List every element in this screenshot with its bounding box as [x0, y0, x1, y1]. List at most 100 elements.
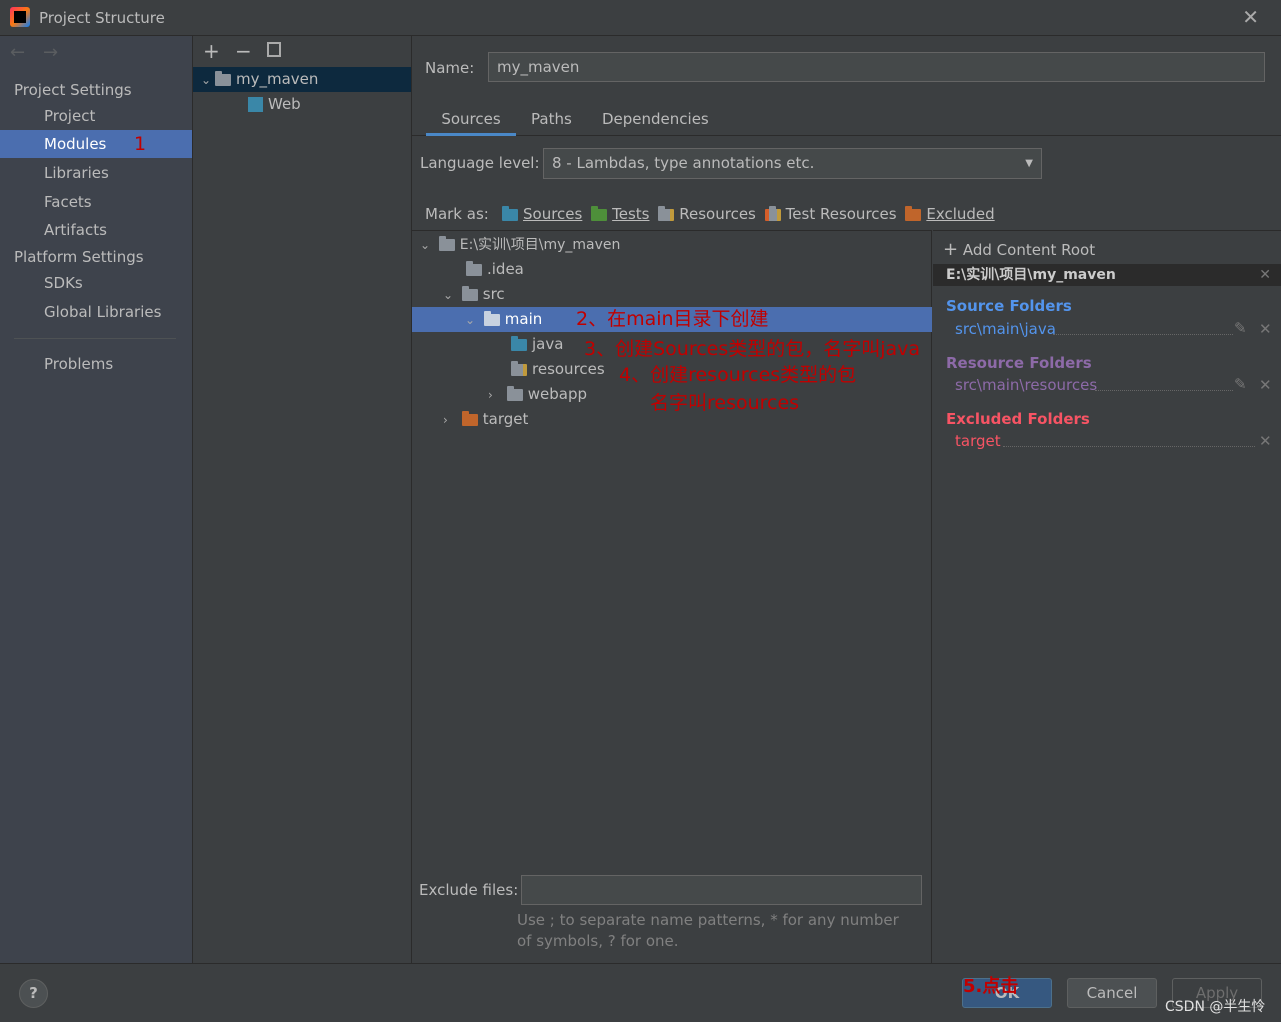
tree-root[interactable]: ⌄ E:\实训\项目\my_maven: [420, 232, 620, 257]
chevron-down-icon[interactable]: ⌄: [201, 68, 215, 93]
sidebar-item-sdks[interactable]: SDKs: [0, 269, 192, 297]
excluded-folder-icon: [905, 205, 922, 221]
resources-folder-icon: [658, 205, 675, 221]
remove-icon[interactable]: ✕: [1259, 320, 1272, 338]
web-facet-icon: [248, 97, 263, 112]
folder-icon: [506, 385, 523, 401]
mark-as-bar: Sources Tests Resources Test Resources E…: [502, 205, 995, 223]
resource-folders-title: Resource Folders: [946, 354, 1092, 372]
tests-folder-icon: [591, 205, 608, 221]
module-pane: + − ⌄ my_maven Web: [193, 36, 412, 963]
tab-paths[interactable]: Paths: [531, 108, 572, 130]
tree-java[interactable]: java: [511, 332, 563, 357]
dropdown-arrow-icon: ▼: [1025, 158, 1033, 169]
sidebar-item-modules[interactable]: Modules 1: [0, 130, 192, 158]
module-item-web[interactable]: Web: [248, 92, 301, 117]
sources-folder-icon: [511, 335, 527, 351]
add-icon[interactable]: +: [203, 39, 220, 63]
folder-icon: [461, 285, 478, 301]
intellij-logo-icon: [10, 7, 30, 27]
tree-src[interactable]: ⌄ src: [443, 282, 505, 307]
remove-icon[interactable]: ✕: [1259, 432, 1272, 450]
tab-sources[interactable]: Sources: [426, 108, 516, 136]
sidebar-item-libraries[interactable]: Libraries: [0, 159, 192, 187]
sidebar-item-project[interactable]: Project: [0, 102, 192, 130]
tree-idea[interactable]: .idea: [466, 257, 524, 282]
mark-sources-button[interactable]: Sources: [502, 205, 582, 223]
add-content-root-button[interactable]: + Add Content Root: [943, 239, 1095, 260]
annotation-5: 5.点击: [963, 976, 1019, 997]
resources-folder-icon: [511, 360, 527, 376]
folder-icon: [466, 260, 482, 276]
ok-button[interactable]: OK 5.点击: [962, 976, 1052, 1008]
tree-main[interactable]: ⌄ main 2、在main目录下创建: [412, 307, 932, 332]
name-field[interactable]: my_maven: [488, 52, 1265, 82]
remove-icon[interactable]: ✕: [1259, 376, 1272, 394]
language-level-label: Language level:: [420, 154, 540, 172]
section-project-settings: Project Settings: [14, 81, 132, 99]
cancel-button[interactable]: Cancel: [1067, 978, 1157, 1008]
sidebar-item-artifacts[interactable]: Artifacts: [0, 216, 192, 244]
module-item-my-maven[interactable]: ⌄ my_maven: [193, 67, 411, 92]
back-icon[interactable]: ←: [10, 42, 25, 63]
dotted-leader: [1003, 446, 1255, 447]
source-folders-title: Source Folders: [946, 297, 1072, 315]
remove-root-icon[interactable]: ✕: [1259, 264, 1271, 286]
tab-dependencies[interactable]: Dependencies: [602, 108, 709, 130]
content-roots-panel: + Add Content Root E:\实训\项目\my_maven ✕ So…: [933, 230, 1281, 963]
tree-target[interactable]: › target: [443, 407, 528, 432]
mark-resources-button[interactable]: Resources: [658, 205, 756, 223]
title-bar: Project Structure ✕: [0, 0, 1281, 36]
chevron-right-icon[interactable]: ›: [443, 408, 457, 433]
resource-folder-item: src\main\resources: [955, 376, 1098, 394]
excluded-folders-title: Excluded Folders: [946, 410, 1090, 428]
mark-tests-button[interactable]: Tests: [591, 205, 649, 223]
module-label: my_maven: [236, 70, 319, 88]
directory-tree: ⌄ E:\实训\项目\my_maven .idea ⌄ src ⌄ main 2、…: [412, 230, 932, 963]
window-title: Project Structure: [39, 9, 165, 27]
watermark: CSDN @半生怜: [1165, 999, 1266, 1015]
exclude-files-label: Exclude files:: [419, 881, 519, 899]
excluded-folder-item: target: [955, 432, 1001, 450]
help-button[interactable]: ?: [19, 979, 48, 1008]
dotted-leader: [1053, 334, 1233, 335]
language-level-select[interactable]: 8 - Lambdas, type annotations etc. ▼: [543, 148, 1042, 179]
source-folder-item: src\main\java: [955, 320, 1056, 338]
content-root-header: E:\实训\项目\my_maven ✕: [933, 264, 1281, 286]
tab-bar: Sources Paths Dependencies: [412, 100, 1281, 136]
sidebar-item-label: Modules: [44, 135, 107, 153]
module-editor: Name: my_maven Sources Paths Dependencie…: [412, 36, 1281, 963]
exclude-files-field[interactable]: [521, 875, 922, 905]
mark-test-resources-button[interactable]: Test Resources: [764, 205, 897, 223]
facet-label: Web: [268, 95, 301, 113]
sidebar: ← → Project Settings Project Modules 1 Li…: [0, 36, 193, 963]
test-resources-folder-icon: [764, 205, 781, 221]
language-level-value: 8 - Lambdas, type annotations etc.: [552, 154, 815, 172]
excluded-folder-icon: [461, 410, 478, 426]
tree-webapp[interactable]: › webapp: [488, 382, 587, 407]
chevron-down-icon[interactable]: ⌄: [443, 283, 457, 308]
annotation-3: 3、创建Sources类型的包，名字叫java: [584, 338, 921, 360]
sidebar-item-problems[interactable]: Problems: [0, 350, 192, 378]
dotted-leader: [1095, 390, 1233, 391]
mark-excluded-button[interactable]: Excluded: [905, 205, 995, 223]
mark-as-label: Mark as:: [425, 205, 489, 223]
chevron-right-icon[interactable]: ›: [488, 383, 502, 408]
remove-icon[interactable]: −: [235, 39, 252, 63]
plus-icon: +: [943, 239, 959, 260]
sources-folder-icon: [502, 205, 518, 221]
copy-icon[interactable]: [267, 42, 281, 57]
module-folder-icon: [215, 70, 231, 86]
chevron-down-icon[interactable]: ⌄: [465, 308, 479, 333]
sidebar-item-global-libraries[interactable]: Global Libraries: [0, 298, 192, 326]
folder-icon: [483, 310, 500, 326]
divider: [14, 338, 176, 339]
annotation-2: 2、在main目录下创建: [576, 308, 769, 330]
edit-icon[interactable]: ✎: [1234, 375, 1247, 393]
sidebar-item-facets[interactable]: Facets: [0, 188, 192, 216]
annotation-4-continued: 名字叫resources: [650, 392, 800, 414]
edit-icon[interactable]: ✎: [1234, 319, 1247, 337]
chevron-down-icon[interactable]: ⌄: [420, 233, 434, 258]
forward-icon[interactable]: →: [43, 42, 58, 63]
close-icon[interactable]: ✕: [1242, 5, 1259, 29]
